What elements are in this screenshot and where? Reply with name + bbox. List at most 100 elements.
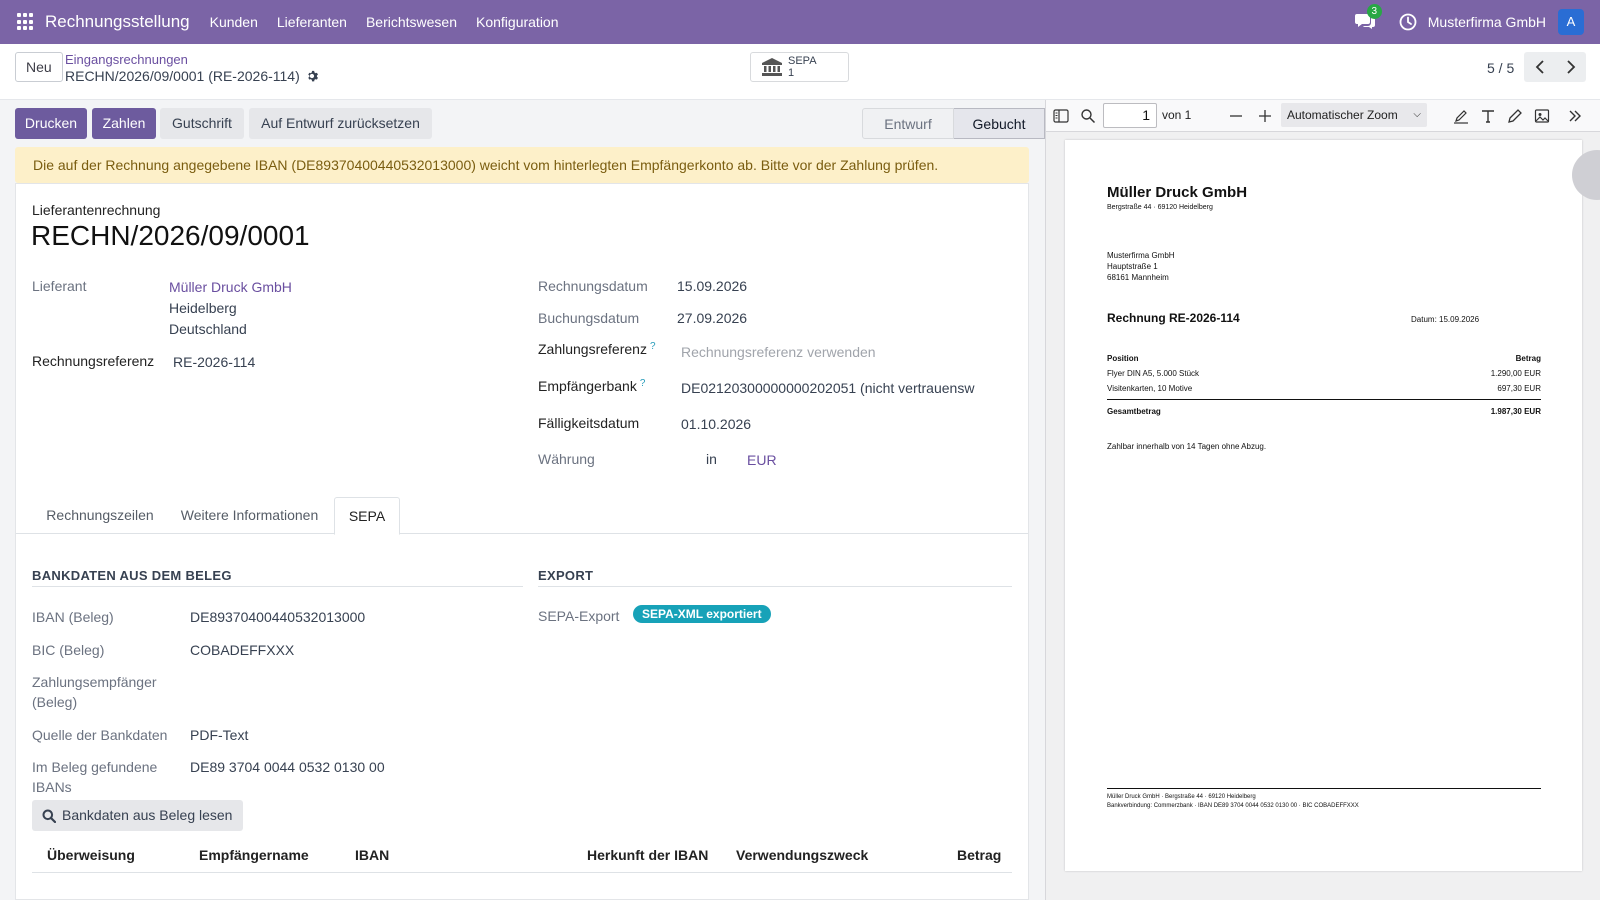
status-bar: Drucken Zahlen Gutschrift Auf Entwurf zu… (15, 108, 1045, 140)
column-header-iban[interactable]: IBAN (355, 847, 389, 863)
user-avatar[interactable]: A (1558, 9, 1584, 35)
menu-konfiguration[interactable]: Konfiguration (476, 14, 559, 30)
pdf-footer-address: Müller Druck GmbH · Bergstraße 44 · 6912… (1107, 794, 1256, 800)
pdf-recipient-line: Hauptstraße 1 (1107, 262, 1158, 271)
pdf-item-amount: 697,30 EUR (1497, 384, 1541, 393)
new-button[interactable]: Neu (15, 52, 63, 82)
vendor-city: Heidelberg (169, 300, 237, 316)
due-date-field[interactable]: 01.10.2026 (681, 416, 751, 432)
search-icon[interactable] (1079, 107, 1097, 125)
found-ibans-value: DE89 3704 0044 0532 0130 00 (190, 759, 385, 775)
pdf-footer-bank: Bankverbindung: Commerzbank · IBAN DE89 … (1107, 803, 1359, 809)
pager-value[interactable]: 5 / 5 (1487, 60, 1514, 76)
pdf-toolbar: 1 von 1 Automatischer Zoom ⌵ (1046, 100, 1600, 132)
accounting-date-field[interactable]: 27.09.2026 (677, 310, 747, 326)
sidebar-toggle-icon[interactable] (1052, 107, 1070, 125)
invoice-date-field[interactable]: 15.09.2026 (677, 278, 747, 294)
apps-menu-icon[interactable] (17, 13, 35, 31)
company-switcher[interactable]: Musterfirma GmbH (1428, 14, 1546, 30)
more-tools-icon[interactable] (1566, 107, 1584, 125)
invoice-number-title: RECHN/2026/09/0001 (31, 220, 310, 251)
section-divider (538, 586, 1012, 587)
zoom-in-icon[interactable] (1256, 107, 1274, 125)
chat-count-badge: 3 (1366, 4, 1382, 19)
column-header-amount[interactable]: Betrag (957, 847, 1001, 863)
invoice-date-label: Rechnungsdatum (538, 278, 648, 294)
pdf-viewer: 1 von 1 Automatischer Zoom ⌵ Müller Druc… (1045, 100, 1600, 900)
sepa-smart-count: 1 (788, 67, 795, 79)
credit-note-button[interactable]: Gutschrift (160, 108, 244, 139)
pdf-total-label: Gesamtbetrag (1107, 407, 1161, 416)
column-header-recipient-name[interactable]: Empfängername (199, 847, 309, 863)
column-header-transfer[interactable]: Überweisung (47, 847, 135, 863)
image-icon[interactable] (1533, 107, 1551, 125)
gear-icon[interactable] (307, 70, 320, 83)
bank-data-source-value: PDF-Text (190, 727, 249, 743)
pdf-sender-name: Müller Druck GmbH (1107, 184, 1248, 201)
sepa-smart-button[interactable]: SEPA 1 (750, 52, 849, 82)
document-type-label: Lieferantenrechnung (32, 202, 161, 218)
iban-mismatch-alert: Die auf der Rechnung angegebene IBAN (DE… (15, 147, 1029, 183)
currency-field[interactable]: EUR (747, 452, 777, 468)
draw-icon[interactable] (1506, 107, 1524, 125)
record-title: RECHN/2026/09/0001 (RE-2026-114) (65, 68, 320, 84)
reset-to-draft-button[interactable]: Auf Entwurf zurücksetzen (249, 108, 432, 139)
page-number-input[interactable]: 1 (1103, 103, 1157, 128)
pager-next-button[interactable] (1555, 52, 1586, 82)
pdf-column-position: Position (1107, 354, 1139, 363)
accounting-date-label: Buchungsdatum (538, 310, 640, 326)
tab-invoice-lines[interactable]: Rechnungszeilen (32, 497, 168, 534)
activity-clock-icon[interactable] (1399, 13, 1417, 31)
bill-reference-label: Rechnungsreferenz (32, 353, 155, 369)
print-button[interactable]: Drucken (15, 108, 87, 139)
payment-reference-label: Zahlungsreferenz? (538, 341, 656, 357)
column-header-payment-reference[interactable]: Verwendungszweck (736, 847, 868, 863)
pdf-item-description: Flyer DIN A5, 5.000 Stück (1107, 369, 1200, 378)
pdf-footer-rule (1107, 788, 1541, 789)
pdf-page: Müller Druck GmbH Bergstraße 44 · 69120 … (1065, 140, 1582, 871)
breadcrumb[interactable]: Eingangsrechnungen (65, 52, 188, 67)
app-title[interactable]: Rechnungsstellung (45, 12, 190, 32)
pdf-sender-address: Bergstraße 44 · 69120 Heidelberg (1107, 204, 1213, 211)
chevron-down-icon: ⌵ (1413, 109, 1421, 120)
pdf-recipient-line: 68161 Mannheim (1107, 273, 1169, 282)
chat-icon[interactable]: 3 (1354, 4, 1382, 32)
chevron-right-icon (1566, 60, 1575, 74)
payment-reference-input[interactable]: Rechnungsreferenz verwenden (681, 344, 876, 360)
section-divider (32, 586, 523, 587)
read-bank-data-button[interactable]: Bankdaten aus Beleg lesen (32, 800, 244, 831)
pdf-total-amount: 1.987,30 EUR (1490, 407, 1541, 416)
sepa-export-status-badge: SEPA-XML exportiert (633, 605, 771, 623)
zoom-out-icon[interactable] (1227, 107, 1245, 125)
menu-kunden[interactable]: Kunden (210, 14, 258, 30)
column-header-iban-origin[interactable]: Herkunft der IBAN (587, 847, 708, 863)
currency-label: Währung (538, 451, 595, 467)
iban-document-label: IBAN (Beleg) (32, 609, 114, 625)
help-icon[interactable]: ? (640, 378, 646, 389)
menu-lieferanten[interactable]: Lieferanten (277, 14, 347, 30)
stage-draft[interactable]: Entwurf (862, 108, 954, 139)
recipient-bank-field[interactable]: DE02120300000000202051 (nicht vertrauens… (681, 380, 1011, 396)
pdf-column-amount: Betrag (1515, 354, 1541, 363)
menu-berichtswesen[interactable]: Berichtswesen (366, 14, 457, 30)
iban-document-value: DE89370400440532013000 (190, 609, 366, 625)
zoom-select[interactable]: Automatischer Zoom ⌵ (1281, 103, 1427, 127)
bic-document-value: COBADEFFXXX (190, 642, 295, 658)
pdf-item-description: Visitenkarten, 10 Motive (1107, 384, 1193, 393)
read-bank-data-label: Bankdaten aus Beleg lesen (62, 807, 233, 823)
help-icon[interactable]: ? (650, 341, 656, 352)
pager-previous-button[interactable] (1524, 52, 1555, 82)
table-header-divider (32, 872, 1012, 873)
stage-posted[interactable]: Gebucht (954, 108, 1045, 139)
pay-button[interactable]: Zahlen (92, 108, 156, 139)
vendor-link[interactable]: Müller Druck GmbH (169, 279, 292, 295)
bill-reference-field[interactable]: RE-2026-114 (173, 354, 255, 370)
text-tool-icon[interactable] (1479, 107, 1497, 125)
due-date-label: Fälligkeitsdatum (538, 415, 640, 431)
record-name-text: RECHN/2026/09/0001 (RE-2026-114) (65, 68, 300, 84)
tab-sepa[interactable]: SEPA (334, 497, 400, 535)
highlight-icon[interactable] (1452, 107, 1470, 125)
found-ibans-label-line2: IBANs (32, 779, 72, 795)
tab-other-info[interactable]: Weitere Informationen (169, 497, 330, 534)
chevron-left-icon (1535, 60, 1544, 74)
